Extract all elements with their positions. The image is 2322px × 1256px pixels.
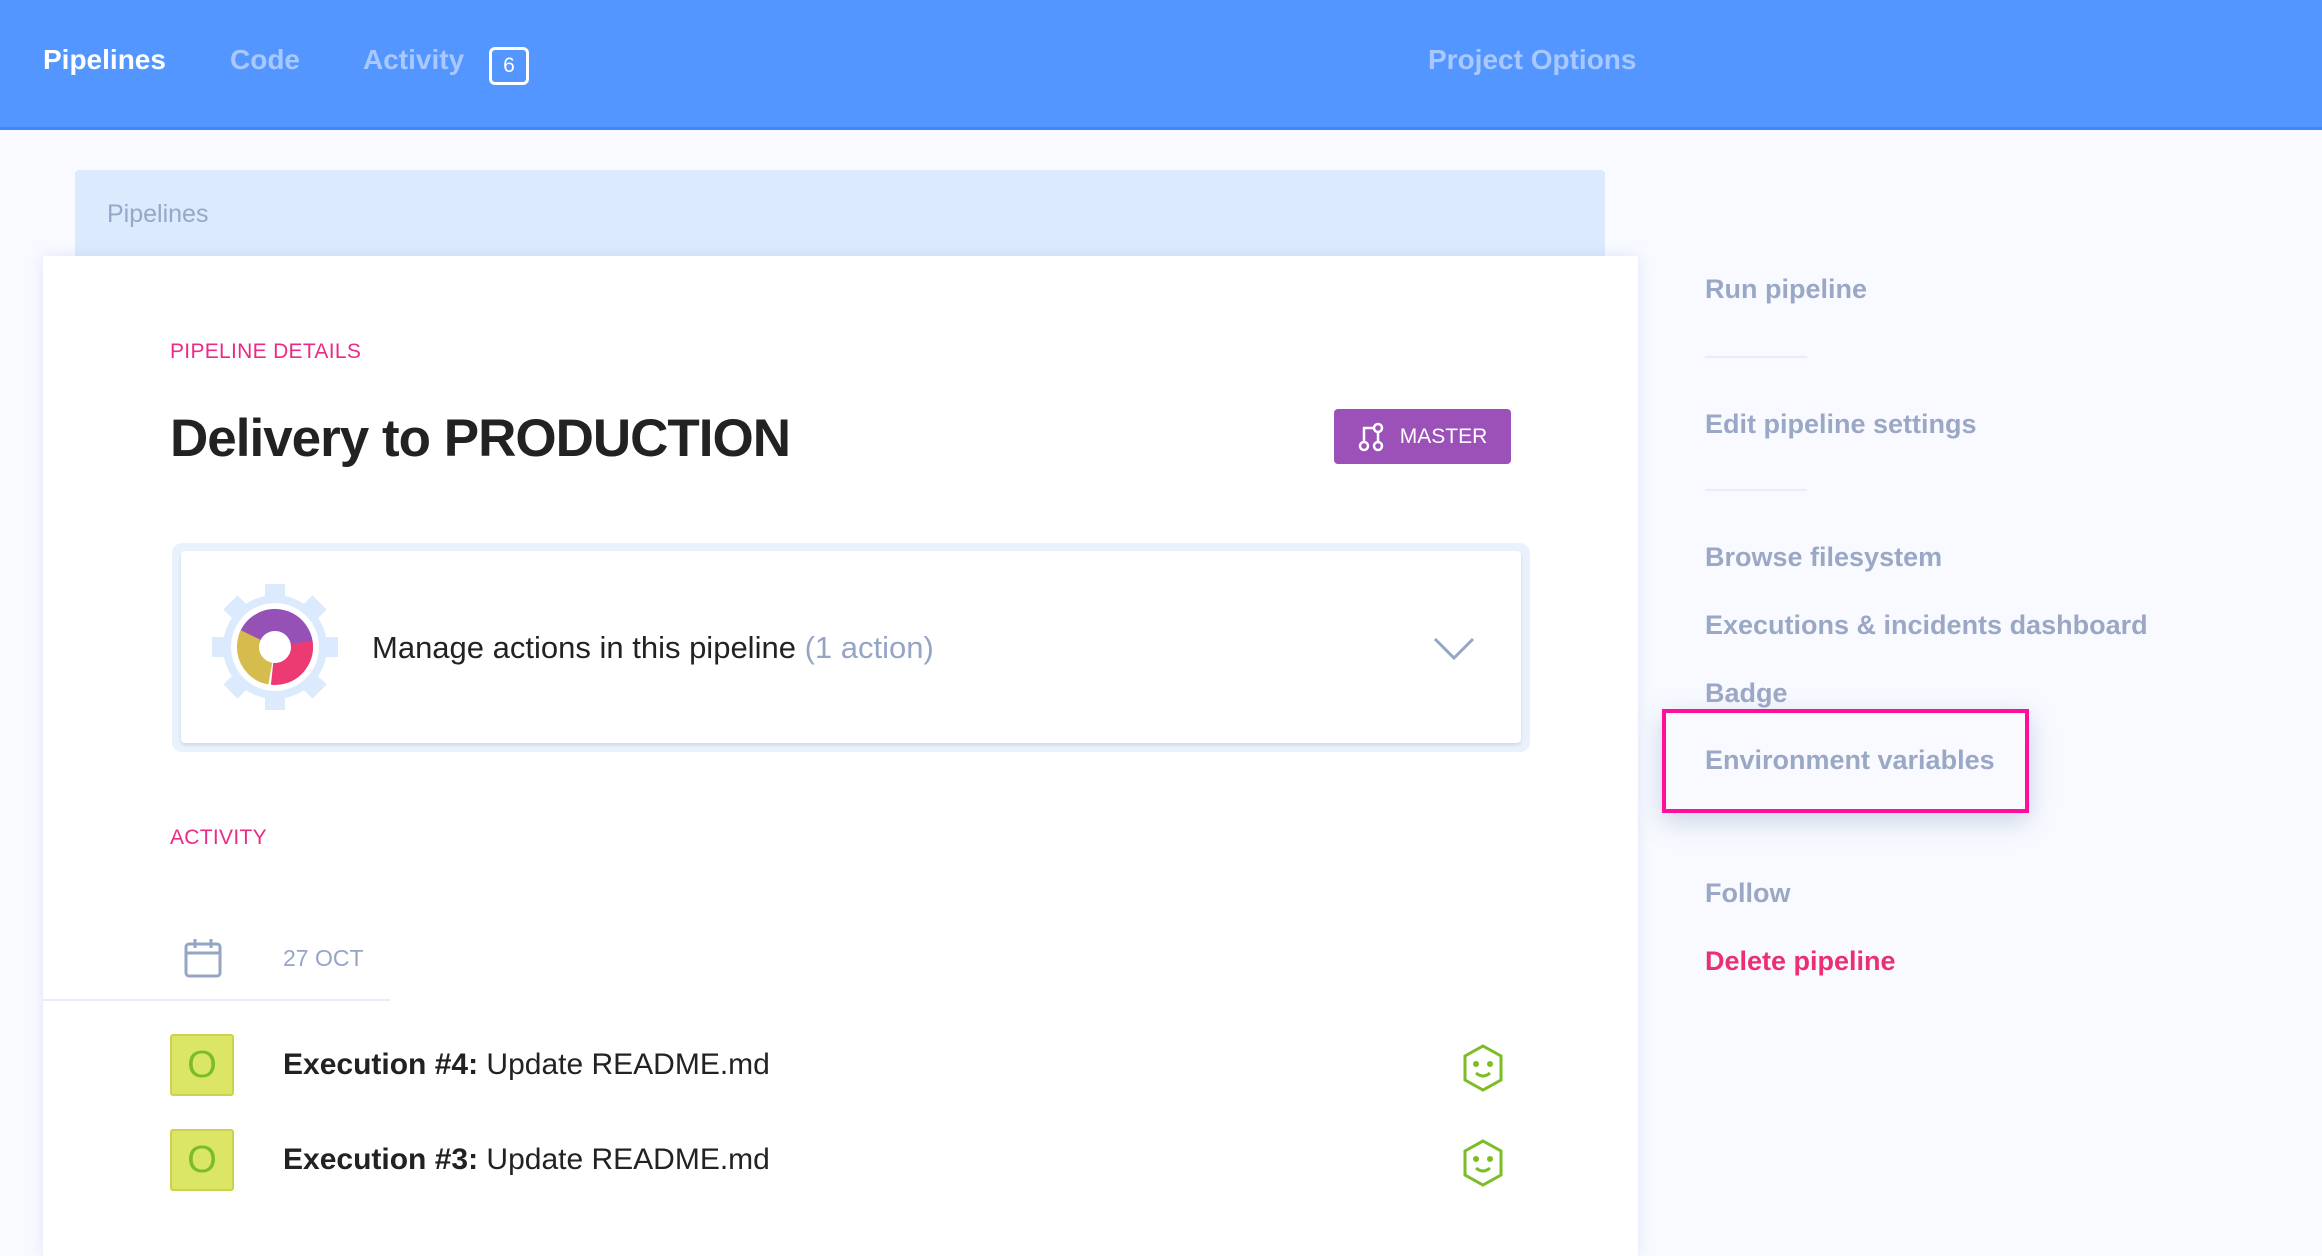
activity-date: 27 OCT bbox=[283, 945, 364, 971]
breadcrumb: Pipelines bbox=[75, 170, 1605, 258]
gear-icon bbox=[210, 582, 340, 712]
smiley-icon bbox=[1463, 1139, 1503, 1187]
execution-row[interactable]: Execution #4: Update README.md bbox=[283, 1048, 770, 1082]
breadcrumb-pipelines[interactable]: Pipelines bbox=[107, 200, 208, 229]
date-divider bbox=[43, 999, 390, 1001]
sidebar-divider bbox=[1705, 356, 1807, 358]
execution-title: Execution #3: bbox=[283, 1143, 479, 1176]
activity-label: ACTIVITY bbox=[170, 826, 267, 849]
section-label: PIPELINE DETAILS bbox=[170, 340, 362, 363]
execution-title: Execution #4: bbox=[283, 1048, 479, 1081]
top-nav: Pipelines Code Activity 6 Project Option… bbox=[0, 0, 2322, 130]
tab-code[interactable]: Code bbox=[230, 44, 300, 76]
calendar-icon bbox=[184, 939, 222, 978]
execution-status-badge: O bbox=[170, 1034, 234, 1096]
sidebar-item-run-pipeline[interactable]: Run pipeline bbox=[1705, 274, 1867, 305]
project-options-link[interactable]: Project Options bbox=[1428, 44, 1636, 76]
branch-button[interactable]: MASTER bbox=[1334, 409, 1511, 464]
smiley-icon bbox=[1463, 1044, 1503, 1092]
page-title: Delivery to PRODUCTION bbox=[170, 409, 791, 468]
sidebar-item-follow[interactable]: Follow bbox=[1705, 878, 1790, 909]
manage-actions-label: Manage actions in this pipeline bbox=[372, 630, 796, 665]
pipeline-card bbox=[43, 256, 1638, 1256]
branch-label: MASTER bbox=[1399, 424, 1488, 448]
branch-icon bbox=[1358, 422, 1383, 451]
manage-actions-text: Manage actions in this pipeline (1 actio… bbox=[372, 630, 934, 666]
action-count: (1 action) bbox=[804, 630, 934, 665]
execution-message: Update README.md bbox=[486, 1048, 770, 1081]
sidebar-item-delete-pipeline[interactable]: Delete pipeline bbox=[1705, 946, 1896, 977]
sidebar-item-environment-variables[interactable]: Environment variables bbox=[1705, 745, 1995, 776]
sidebar-item-badge[interactable]: Badge bbox=[1705, 678, 1788, 709]
activity-count-badge: 6 bbox=[489, 47, 529, 85]
sidebar-item-dashboard[interactable]: Executions & incidents dashboard bbox=[1705, 610, 2148, 641]
execution-message: Update README.md bbox=[486, 1143, 770, 1176]
tab-pipelines[interactable]: Pipelines bbox=[43, 44, 166, 76]
sidebar-divider bbox=[1705, 489, 1807, 491]
sidebar-item-edit-settings[interactable]: Edit pipeline settings bbox=[1705, 409, 1977, 440]
chevron-down-icon[interactable] bbox=[1432, 636, 1476, 662]
sidebar-item-browse-filesystem[interactable]: Browse filesystem bbox=[1705, 542, 1942, 573]
tab-activity[interactable]: Activity bbox=[363, 44, 464, 76]
execution-status-badge: O bbox=[170, 1129, 234, 1191]
execution-row[interactable]: Execution #3: Update README.md bbox=[283, 1143, 770, 1177]
